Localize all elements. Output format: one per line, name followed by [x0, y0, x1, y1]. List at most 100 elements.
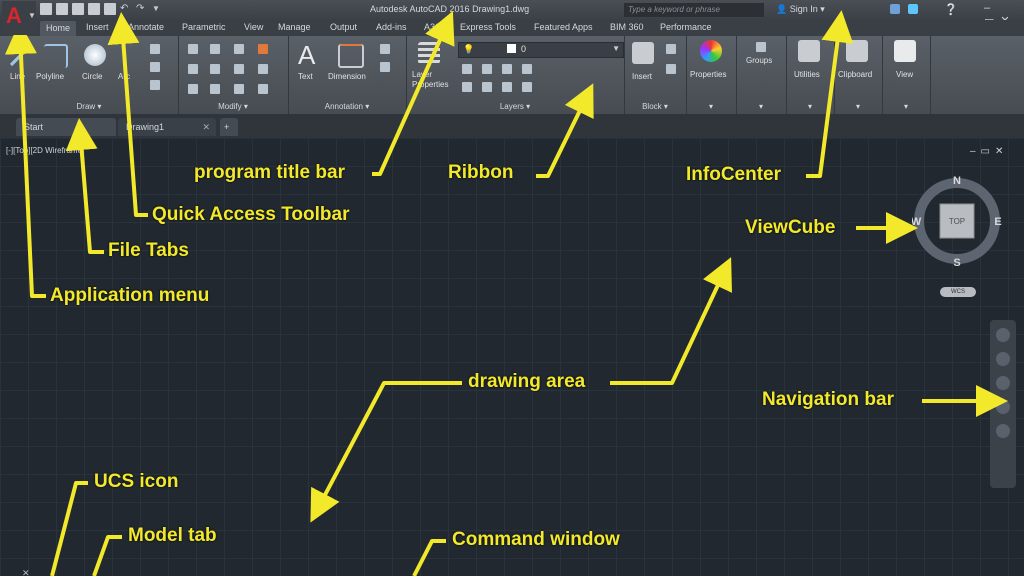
new-tab-button[interactable]: +	[220, 118, 238, 136]
quick-access-toolbar: ↶ ↷ ▼	[40, 3, 164, 17]
tab-home[interactable]: Home	[40, 21, 77, 36]
dimension-icon[interactable]	[338, 44, 364, 68]
redo-icon[interactable]: ↷	[136, 3, 148, 15]
tab-parametric[interactable]: Parametric	[182, 22, 226, 32]
move-icon[interactable]	[188, 44, 198, 54]
layer-tool-icon[interactable]	[502, 64, 512, 74]
tab-add-ins[interactable]: Add-ins	[376, 22, 407, 32]
groups-label: Groups	[746, 56, 773, 65]
file-tab-start[interactable]: Start	[16, 118, 116, 136]
layer-tool-icon[interactable]	[482, 82, 492, 92]
groups-dropdown[interactable]: ▾	[736, 102, 786, 111]
leader-icon[interactable]	[380, 44, 390, 54]
compass-west[interactable]: W	[912, 216, 922, 228]
layer-tool-icon[interactable]	[462, 82, 472, 92]
copy-icon[interactable]	[188, 64, 198, 74]
help-icon[interactable]: ❔	[944, 3, 958, 16]
calculator-icon[interactable]	[798, 40, 820, 62]
layer-tool-icon[interactable]	[462, 64, 472, 74]
tab-featured-apps[interactable]: Featured Apps	[534, 22, 593, 32]
save-icon[interactable]	[72, 3, 84, 15]
trim-icon[interactable]	[234, 44, 244, 54]
explode-icon[interactable]	[258, 64, 268, 74]
file-tab-drawing1[interactable]: Drawing1 ✕	[118, 118, 216, 136]
exchange-apps-icon[interactable]	[890, 4, 900, 14]
stretch-icon[interactable]	[188, 84, 198, 94]
save-as-icon[interactable]	[88, 3, 100, 15]
line-icon[interactable]	[10, 44, 32, 66]
showmotion-icon[interactable]	[996, 424, 1010, 438]
arc-label[interactable]: Arc	[118, 72, 130, 81]
create-block-icon[interactable]	[666, 44, 676, 54]
clipboard-dropdown[interactable]: ▾	[834, 102, 882, 111]
compass-north[interactable]: N	[953, 176, 961, 187]
offset-icon[interactable]	[258, 84, 268, 94]
close-icon[interactable]: ✕	[202, 118, 210, 136]
sign-in-button[interactable]: 👤 Sign In ▾	[776, 4, 825, 15]
rectangle-icon[interactable]	[150, 44, 160, 54]
block-panel-label[interactable]: Block ▾	[624, 102, 686, 111]
polyline-icon[interactable]	[44, 44, 68, 68]
text-icon[interactable]: A	[298, 40, 315, 71]
tab-output[interactable]: Output	[330, 22, 357, 32]
tab-insert[interactable]: Insert	[86, 22, 109, 32]
label-program-title-bar: program title bar	[194, 162, 345, 183]
tab-express-tools[interactable]: Express Tools	[460, 22, 516, 32]
layers-panel-label[interactable]: Layers ▾	[406, 102, 624, 111]
view-icon[interactable]	[894, 40, 916, 62]
utilities-dropdown[interactable]: ▾	[786, 102, 834, 111]
open-icon[interactable]	[56, 3, 68, 15]
viewport-controls[interactable]: [-][Top][2D Wireframe]	[6, 146, 84, 155]
erase-icon[interactable]	[258, 44, 268, 54]
layer-dropdown[interactable]: 💡 0 ▼	[458, 42, 624, 58]
steering-wheel-icon[interactable]	[996, 328, 1010, 342]
layer-tool-icon[interactable]	[482, 64, 492, 74]
fillet-icon[interactable]	[234, 64, 244, 74]
properties-dropdown[interactable]: ▾	[686, 102, 736, 111]
compass-east[interactable]: E	[994, 216, 1001, 228]
array-icon[interactable]	[234, 84, 244, 94]
edit-block-icon[interactable]	[666, 64, 676, 74]
undo-icon[interactable]: ↶	[120, 3, 132, 15]
draw-panel-label[interactable]: Draw ▾	[0, 102, 178, 111]
scale-icon[interactable]	[210, 84, 220, 94]
tab-bim-360[interactable]: BIM 360	[610, 22, 644, 32]
orbit-icon[interactable]	[996, 400, 1010, 414]
tab-manage[interactable]: Manage	[278, 22, 311, 32]
clipboard-icon[interactable]	[846, 40, 868, 62]
wcs-menu[interactable]: WCS	[940, 287, 976, 297]
label-quick-access-toolbar: Quick Access Toolbar	[152, 204, 350, 225]
plot-icon[interactable]	[104, 3, 116, 15]
zoom-icon[interactable]	[996, 376, 1010, 390]
circle-icon[interactable]	[84, 44, 106, 66]
customize-qat-icon[interactable]: ▼	[152, 3, 164, 15]
viewport-window-controls[interactable]: –▭✕	[970, 146, 1008, 157]
groups-icon[interactable]	[756, 42, 766, 52]
insert-block-icon[interactable]	[632, 42, 654, 64]
table-icon[interactable]	[380, 62, 390, 72]
tab-a360[interactable]: A360	[424, 22, 445, 32]
view-dropdown[interactable]: ▾	[882, 102, 930, 111]
modify-panel-label[interactable]: Modify ▾	[178, 102, 288, 111]
rotate-icon[interactable]	[210, 44, 220, 54]
layer-tool-icon[interactable]	[522, 64, 532, 74]
application-menu-button[interactable]: A ▼	[2, 1, 36, 35]
layer-tool-icon[interactable]	[502, 82, 512, 92]
search-input[interactable]: Type a keyword or phrase	[624, 3, 764, 17]
pan-icon[interactable]	[996, 352, 1010, 366]
hatch-icon[interactable]	[150, 62, 160, 72]
ellipse-icon[interactable]	[150, 80, 160, 90]
properties-color-wheel-icon[interactable]	[700, 40, 722, 62]
viewcube-face-label: TOP	[949, 217, 965, 226]
compass-south[interactable]: S	[953, 257, 960, 266]
layer-tool-icon[interactable]	[522, 82, 532, 92]
tab-performance[interactable]: Performance	[660, 22, 712, 32]
tab-annotate[interactable]: Annotate	[128, 22, 164, 32]
mirror-icon[interactable]	[210, 64, 220, 74]
annotation-panel-label[interactable]: Annotation ▾	[288, 102, 406, 111]
tab-view[interactable]: View	[244, 22, 263, 32]
a360-icon[interactable]	[908, 4, 918, 14]
layer-properties-icon[interactable]	[418, 42, 440, 64]
viewcube[interactable]: TOP N S E W	[912, 176, 1002, 266]
new-icon[interactable]	[40, 3, 52, 15]
